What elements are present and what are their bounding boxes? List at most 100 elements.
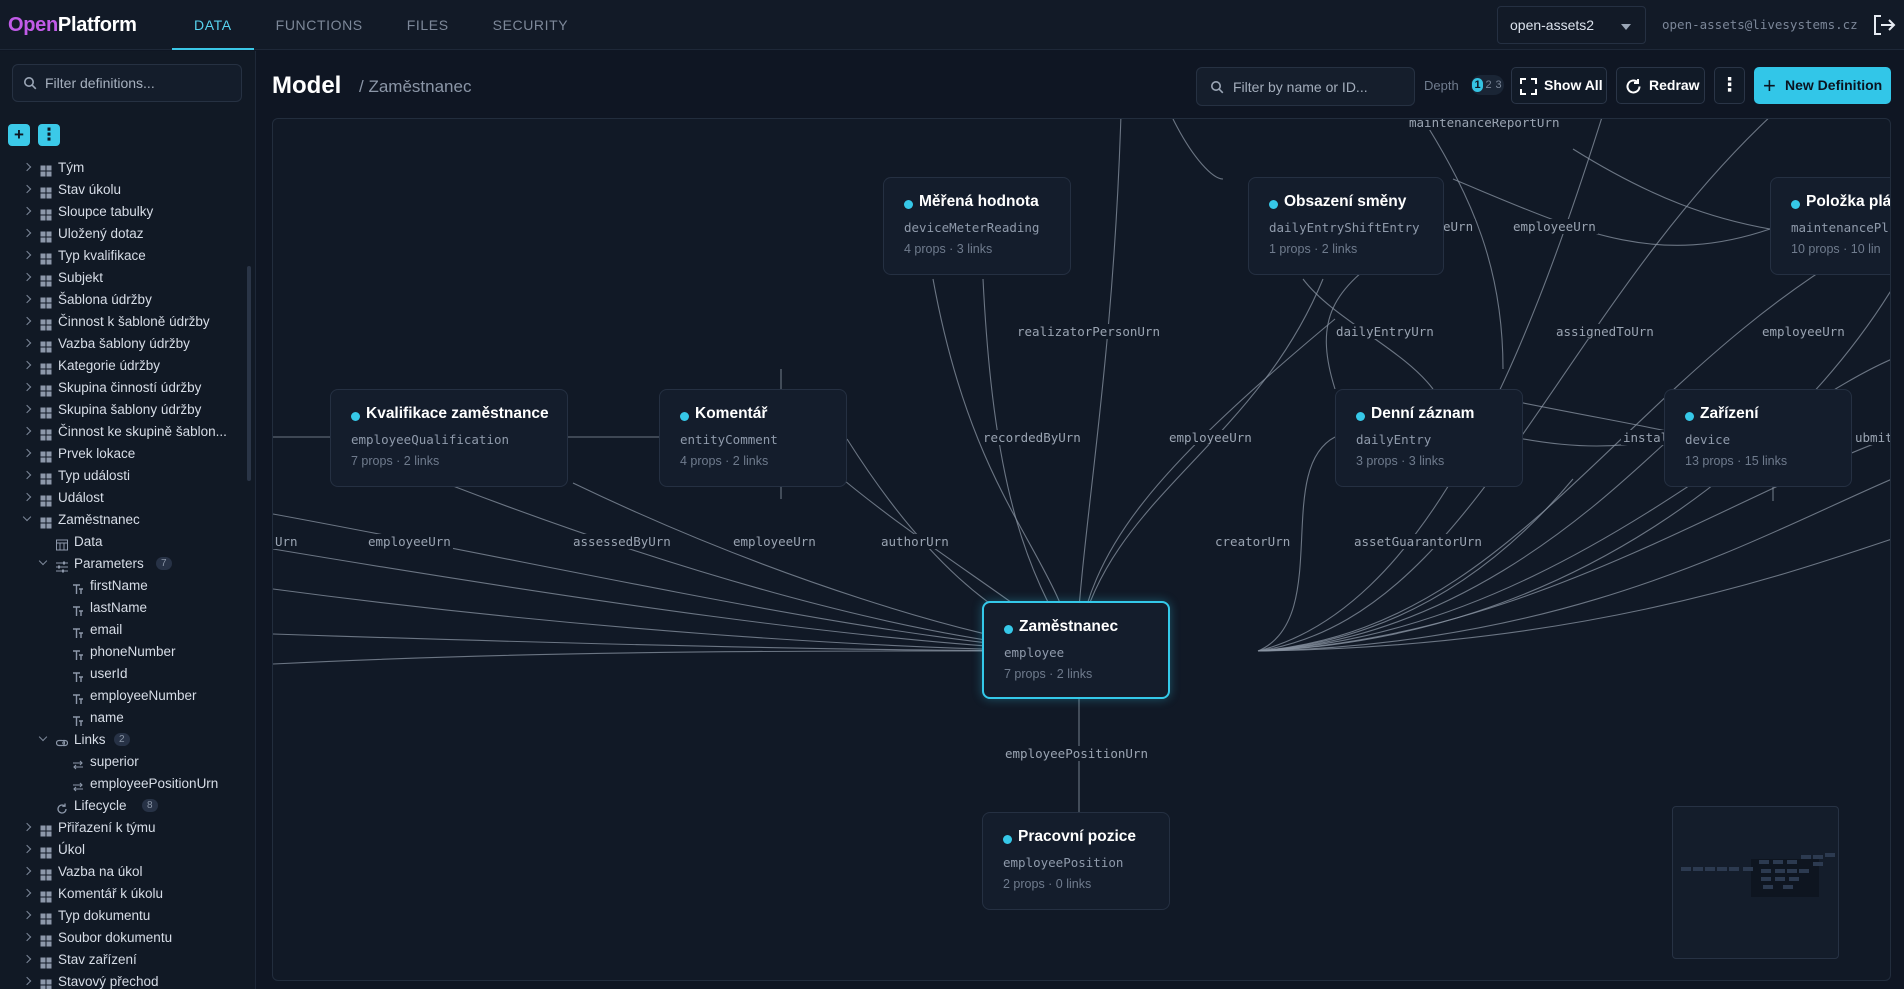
chevron-right-icon[interactable] bbox=[22, 932, 32, 942]
logout-icon[interactable] bbox=[1872, 14, 1896, 36]
model-graph-canvas[interactable]: maintenanceReportUrn eUrn employeeUrn reali… bbox=[272, 118, 1891, 981]
graph-node[interactable]: Komentář entityComment 4 props · 2 links bbox=[659, 389, 847, 487]
graph-node[interactable]: Obsazení směny dailyEntryShiftEntry 1 prop… bbox=[1248, 177, 1444, 275]
tab-files[interactable]: FILES bbox=[385, 0, 471, 50]
app-logo[interactable]: OpenPlatform bbox=[8, 14, 137, 37]
graph-filter[interactable] bbox=[1196, 67, 1415, 106]
chevron-right-icon[interactable] bbox=[22, 470, 32, 480]
graph-node[interactable]: Zařízení device 13 props · 15 links bbox=[1664, 389, 1852, 487]
graph-node[interactable]: Pracovní pozice employeePosition 2 props ·… bbox=[982, 812, 1170, 910]
tab-security[interactable]: SECURITY bbox=[471, 0, 591, 50]
tab-functions[interactable]: FUNCTIONS bbox=[254, 0, 385, 50]
chevron-right-icon[interactable] bbox=[22, 272, 32, 282]
tree-item-data[interactable]: Data bbox=[0, 531, 246, 553]
tree-item-definition[interactable]: Tým bbox=[0, 157, 246, 179]
tree-item-definition[interactable]: Typ kvalifikace bbox=[0, 245, 246, 267]
graph-node[interactable]: Položka plá maintenancePl 10 props · 10 li… bbox=[1770, 177, 1890, 275]
chevron-right-icon[interactable] bbox=[22, 910, 32, 920]
tree-item-definition[interactable]: Subjekt bbox=[0, 267, 246, 289]
tree-item-parameter[interactable]: email bbox=[0, 619, 246, 641]
chevron-down-icon[interactable] bbox=[38, 732, 48, 742]
tree-item-definition[interactable]: Soubor dokumentu bbox=[0, 927, 246, 949]
tree-item-definition[interactable]: Skupina šablony údržby bbox=[0, 399, 246, 421]
chevron-right-icon[interactable] bbox=[22, 382, 32, 392]
tree-item-definition[interactable]: Stav úkolu bbox=[0, 179, 246, 201]
workspace-select[interactable]: open-assets2 bbox=[1497, 6, 1646, 44]
tree-item-parameter[interactable]: phoneNumber bbox=[0, 641, 246, 663]
chevron-right-icon[interactable] bbox=[22, 844, 32, 854]
chevron-right-icon[interactable] bbox=[22, 294, 32, 304]
new-definition-button[interactable]: + New Definition bbox=[1754, 67, 1891, 104]
tree-item-definition[interactable]: Šablona údržby bbox=[0, 289, 246, 311]
tree-item-definition[interactable]: Vazba na úkol bbox=[0, 861, 246, 883]
tree-item-definition[interactable]: Úkol bbox=[0, 839, 246, 861]
add-definition-button[interactable]: + bbox=[8, 124, 30, 146]
depth-option-3[interactable]: 3 bbox=[1493, 78, 1504, 92]
chevron-right-icon[interactable] bbox=[22, 206, 32, 216]
tree-item-definition[interactable]: Stavový přechod bbox=[0, 971, 246, 989]
tree-item-label: Tým bbox=[58, 160, 85, 175]
tree-item-definition[interactable]: Typ události bbox=[0, 465, 246, 487]
definition-search[interactable] bbox=[12, 64, 242, 102]
more-menu-button[interactable]: ⋮ bbox=[1714, 67, 1745, 104]
chevron-right-icon[interactable] bbox=[22, 976, 32, 986]
tree-item-definition[interactable]: Činnost k šabloně údržby bbox=[0, 311, 246, 333]
tree-item-link[interactable]: superior bbox=[0, 751, 246, 773]
tree-item-parameter[interactable]: name bbox=[0, 707, 246, 729]
tree-item-definition[interactable]: Stav zařízení bbox=[0, 949, 246, 971]
graph-node-selected[interactable]: Zaměstnanec employee 7 props · 2 links bbox=[982, 601, 1170, 699]
chevron-right-icon[interactable] bbox=[22, 404, 32, 414]
tree-item-parameter[interactable]: firstName bbox=[0, 575, 246, 597]
tree-item-parameter[interactable]: lastName bbox=[0, 597, 246, 619]
show-all-button[interactable]: Show All bbox=[1511, 67, 1607, 104]
plus-icon: + bbox=[1763, 73, 1776, 98]
tab-data[interactable]: DATA bbox=[172, 0, 254, 50]
chevron-right-icon[interactable] bbox=[22, 492, 32, 502]
chevron-right-icon[interactable] bbox=[22, 228, 32, 238]
chevron-right-icon[interactable] bbox=[22, 316, 32, 326]
tree-item-definition[interactable]: Skupina činností údržby bbox=[0, 377, 246, 399]
tree-item-definition[interactable]: Událost bbox=[0, 487, 246, 509]
graph-filter-input[interactable] bbox=[1233, 68, 1408, 105]
tree-item-parameter[interactable]: employeeNumber bbox=[0, 685, 246, 707]
tree-item-definition[interactable]: Přiřazení k týmu bbox=[0, 817, 246, 839]
tree-item-links[interactable]: Links 2 bbox=[0, 729, 246, 751]
chevron-right-icon[interactable] bbox=[22, 162, 32, 172]
depth-option-1[interactable]: 1 bbox=[1472, 78, 1483, 92]
chevron-right-icon[interactable] bbox=[22, 448, 32, 458]
chevron-down-icon[interactable] bbox=[38, 556, 48, 566]
chevron-right-icon[interactable] bbox=[22, 250, 32, 260]
tree-item-definition[interactable]: Prvek lokace bbox=[0, 443, 246, 465]
chevron-right-icon[interactable] bbox=[22, 338, 32, 348]
tree-item-definition[interactable]: Činnost ke skupině šablon... bbox=[0, 421, 246, 443]
tree-item-definition[interactable]: Zaměstnanec bbox=[0, 509, 246, 531]
graph-node[interactable]: Měřená hodnota deviceMeterReading 4 props … bbox=[883, 177, 1071, 275]
tree-item-definition[interactable]: Typ dokumentu bbox=[0, 905, 246, 927]
tree-item-definition[interactable]: Kategorie údržby bbox=[0, 355, 246, 377]
chevron-right-icon[interactable] bbox=[22, 426, 32, 436]
chevron-right-icon[interactable] bbox=[22, 360, 32, 370]
tree-item-parameters[interactable]: Parameters 7 bbox=[0, 553, 246, 575]
tree-item-label: superior bbox=[90, 754, 139, 769]
chevron-right-icon[interactable] bbox=[22, 866, 32, 876]
graph-node[interactable]: Denní záznam dailyEntry 3 props · 3 links bbox=[1335, 389, 1523, 487]
sidebar-scrollbar[interactable] bbox=[247, 266, 251, 481]
tree-item-definition[interactable]: Sloupce tabulky bbox=[0, 201, 246, 223]
chevron-right-icon[interactable] bbox=[22, 954, 32, 964]
chevron-right-icon[interactable] bbox=[22, 822, 32, 832]
tree-item-lifecycle[interactable]: Lifecycle 8 bbox=[0, 795, 246, 817]
tree-item-definition[interactable]: Komentář k úkolu bbox=[0, 883, 246, 905]
tree-item-definition[interactable]: Vazba šablony údržby bbox=[0, 333, 246, 355]
graph-minimap[interactable] bbox=[1672, 806, 1839, 959]
definition-search-input[interactable] bbox=[45, 65, 235, 101]
tree-item-definition[interactable]: Uložený dotaz bbox=[0, 223, 246, 245]
chevron-right-icon[interactable] bbox=[22, 888, 32, 898]
node-status-dot bbox=[904, 200, 913, 209]
redraw-button[interactable]: Redraw bbox=[1616, 67, 1705, 104]
graph-node[interactable]: Kvalifikace zaměstnance employeeQualifica… bbox=[330, 389, 568, 487]
chevron-down-icon[interactable] bbox=[22, 512, 32, 522]
chevron-right-icon[interactable] bbox=[22, 184, 32, 194]
more-options-button[interactable]: ⋮ bbox=[38, 124, 60, 146]
tree-item-link[interactable]: employeePositionUrn bbox=[0, 773, 246, 795]
tree-item-parameter[interactable]: userId bbox=[0, 663, 246, 685]
